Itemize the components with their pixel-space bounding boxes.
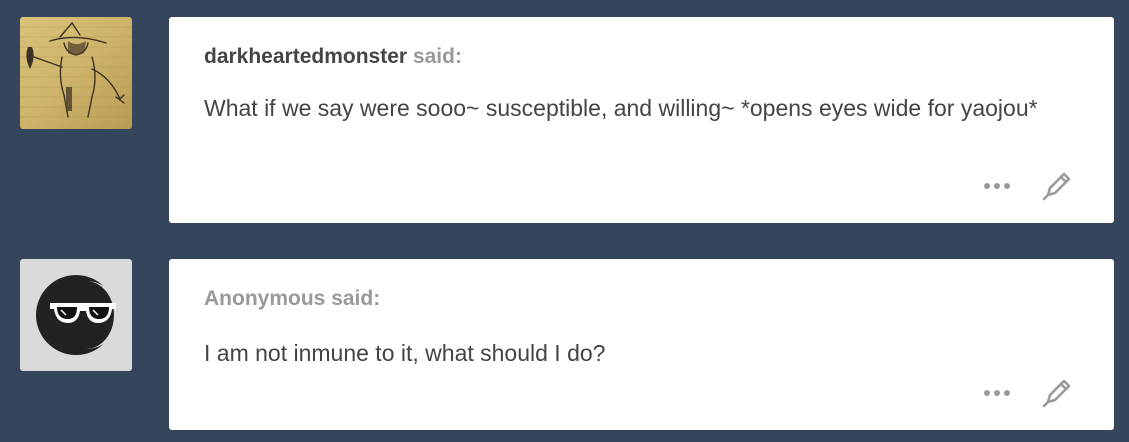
said-label: said: (412, 45, 462, 68)
post-controls (984, 169, 1074, 203)
asker-line: darkheartedmonster said: (204, 45, 462, 69)
more-dots-icon[interactable] (984, 390, 1010, 396)
question-text: What if we say were sooo~ susceptible, a… (204, 95, 1038, 121)
asker-line: Anonymous said: (204, 287, 380, 311)
post-controls (984, 376, 1074, 410)
ask-card: darkheartedmonster said: What if we say … (169, 17, 1114, 223)
pencil-edit-icon[interactable] (1040, 376, 1074, 410)
sketch-drawing-avatar (20, 17, 132, 129)
question-text: I am not inmune to it, what should I do? (204, 340, 606, 366)
ask-post: darkheartedmonster said: What if we say … (0, 17, 1129, 223)
said-label: said: (331, 287, 381, 310)
asker-avatar (20, 259, 132, 371)
ask-feed: darkheartedmonster said: What if we say … (0, 0, 1129, 442)
asker-avatar[interactable] (20, 17, 132, 129)
anonymous-sunglasses-avatar (20, 259, 132, 371)
asker-username: Anonymous (204, 287, 326, 310)
ask-post: Anonymous said: I am not inmune to it, w… (0, 259, 1129, 430)
ask-card: Anonymous said: I am not inmune to it, w… (169, 259, 1114, 430)
asker-username[interactable]: darkheartedmonster (204, 45, 407, 68)
pencil-edit-icon[interactable] (1040, 169, 1074, 203)
more-dots-icon[interactable] (984, 183, 1010, 189)
